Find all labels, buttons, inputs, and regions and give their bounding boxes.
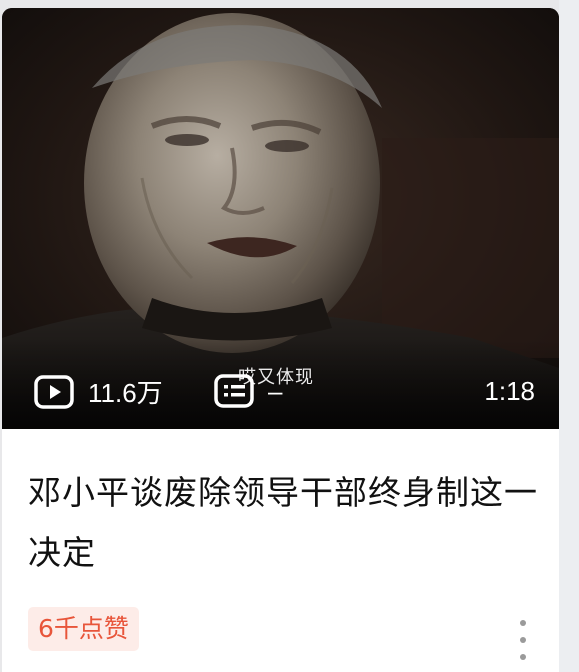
video-thumbnail[interactable]: 哎又体现 11.6万 – 1:18 (2, 8, 559, 429)
more-vertical-icon[interactable] (514, 620, 532, 660)
likes-badge: 6千点赞 (28, 607, 139, 651)
more-dot (520, 654, 526, 660)
video-duration: 1:18 (484, 376, 535, 406)
subtitle-icon (214, 374, 254, 408)
subtitle-indicator: – (214, 373, 282, 409)
more-dot (520, 637, 526, 643)
play-icon (34, 374, 74, 409)
subtitle-dash: – (268, 375, 283, 406)
background-strip (559, 0, 579, 672)
video-title[interactable]: 邓小平谈废除领导干部终身制这一决定 (28, 463, 543, 583)
more-dot (520, 620, 526, 626)
view-count-label: 11.6万 (88, 378, 163, 408)
view-count: 11.6万 (34, 373, 163, 410)
video-card[interactable]: 哎又体现 11.6万 – 1:18 邓小平谈废除领导干部终身制这一决定 6千点赞 (2, 8, 559, 672)
